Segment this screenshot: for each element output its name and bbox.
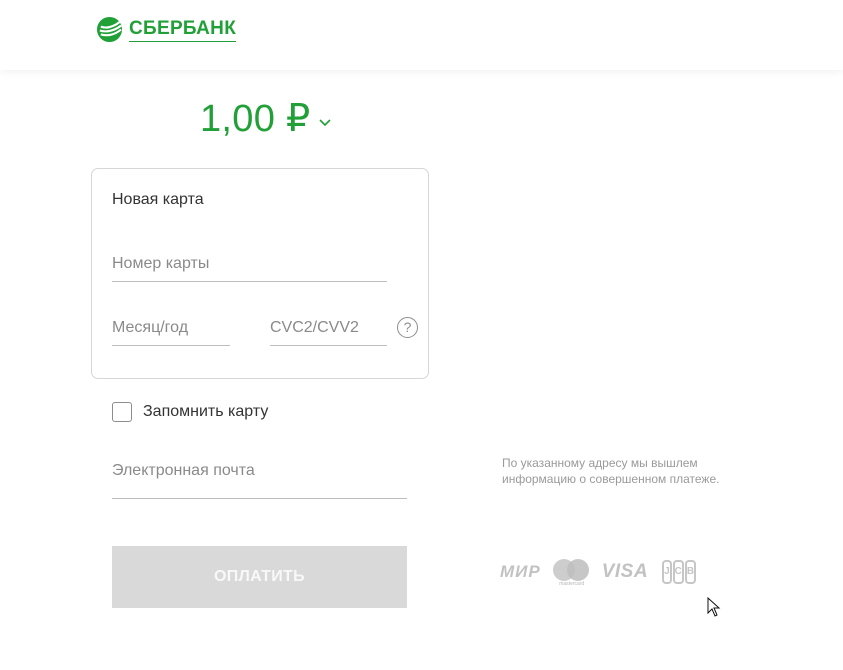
chevron-down-icon	[318, 119, 331, 127]
email-note: По указанному адресу мы вышлем информаци…	[502, 456, 720, 486]
jcb-letter-b: B	[684, 560, 697, 584]
mastercard-circle-right	[566, 559, 589, 581]
card-form-title: Новая карта	[112, 191, 204, 208]
remember-card-label: Запомнить карту	[143, 403, 269, 420]
mir-logo: МИР	[500, 562, 541, 581]
jcb-letter-c: C	[672, 560, 684, 584]
remember-card-option[interactable]: Запомнить карту	[112, 402, 268, 422]
sberbank-logo-icon	[96, 16, 123, 43]
mouse-cursor-icon	[707, 597, 721, 617]
pay-button[interactable]: ОПЛАТИТЬ	[112, 546, 407, 608]
payment-systems: МИР mastercard VISA J C B	[500, 556, 697, 588]
logo-text: СБЕРБАНК	[129, 18, 236, 42]
header: СБЕРБАНК	[0, 0, 843, 70]
mastercard-caption: mastercard	[559, 581, 585, 587]
expiry-date-input[interactable]	[112, 319, 230, 346]
email-input[interactable]	[112, 462, 407, 499]
jcb-logo: J C B	[662, 560, 697, 584]
cvc-input[interactable]	[270, 319, 387, 346]
card-number-input[interactable]	[112, 255, 387, 282]
amount-selector[interactable]: 1,00 ₽	[200, 96, 332, 142]
payment-amount: 1,00 ₽	[200, 98, 311, 140]
new-card-form: Новая карта ?	[91, 168, 429, 379]
visa-logo: VISA	[601, 561, 649, 582]
sberbank-logo: СБЕРБАНК	[96, 16, 236, 43]
jcb-letter-j: J	[662, 560, 672, 584]
remember-card-checkbox[interactable]	[112, 402, 132, 422]
help-symbol: ?	[403, 319, 412, 335]
mastercard-logo: mastercard	[552, 557, 591, 587]
question-circle-icon[interactable]: ?	[397, 317, 418, 338]
